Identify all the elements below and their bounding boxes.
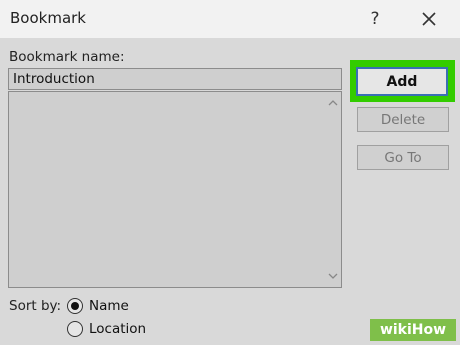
sort-name-radio[interactable] xyxy=(67,298,83,314)
bookmark-dialog: Bookmark ? Bookmark name: Introduction A… xyxy=(0,0,460,345)
help-button[interactable]: ? xyxy=(358,4,392,34)
sort-location-radio[interactable] xyxy=(67,321,83,337)
close-button[interactable] xyxy=(412,4,446,34)
dialog-title: Bookmark xyxy=(10,9,86,27)
wikihow-watermark: wikiHow xyxy=(370,319,456,341)
go-to-button[interactable]: Go To xyxy=(357,145,449,170)
add-button[interactable]: Add xyxy=(356,67,448,96)
question-mark-icon: ? xyxy=(370,9,380,29)
chevron-down-icon[interactable] xyxy=(328,271,338,281)
bookmark-list[interactable] xyxy=(8,91,342,288)
sort-name-label[interactable]: Name xyxy=(89,298,129,314)
bookmark-name-label-text: Bookmark name: xyxy=(9,49,125,65)
sort-by-label: Sort by: xyxy=(9,298,62,314)
bookmark-name-input[interactable]: Introduction xyxy=(8,68,342,90)
list-scrollbar[interactable] xyxy=(325,92,341,287)
close-x-icon xyxy=(422,12,436,26)
chevron-up-icon[interactable] xyxy=(328,98,338,108)
bookmark-name-label: Bookmark name: xyxy=(9,49,125,65)
sort-location-label[interactable]: Location xyxy=(89,321,146,337)
title-bar: Bookmark ? xyxy=(0,0,460,38)
delete-button[interactable]: Delete xyxy=(357,107,449,132)
